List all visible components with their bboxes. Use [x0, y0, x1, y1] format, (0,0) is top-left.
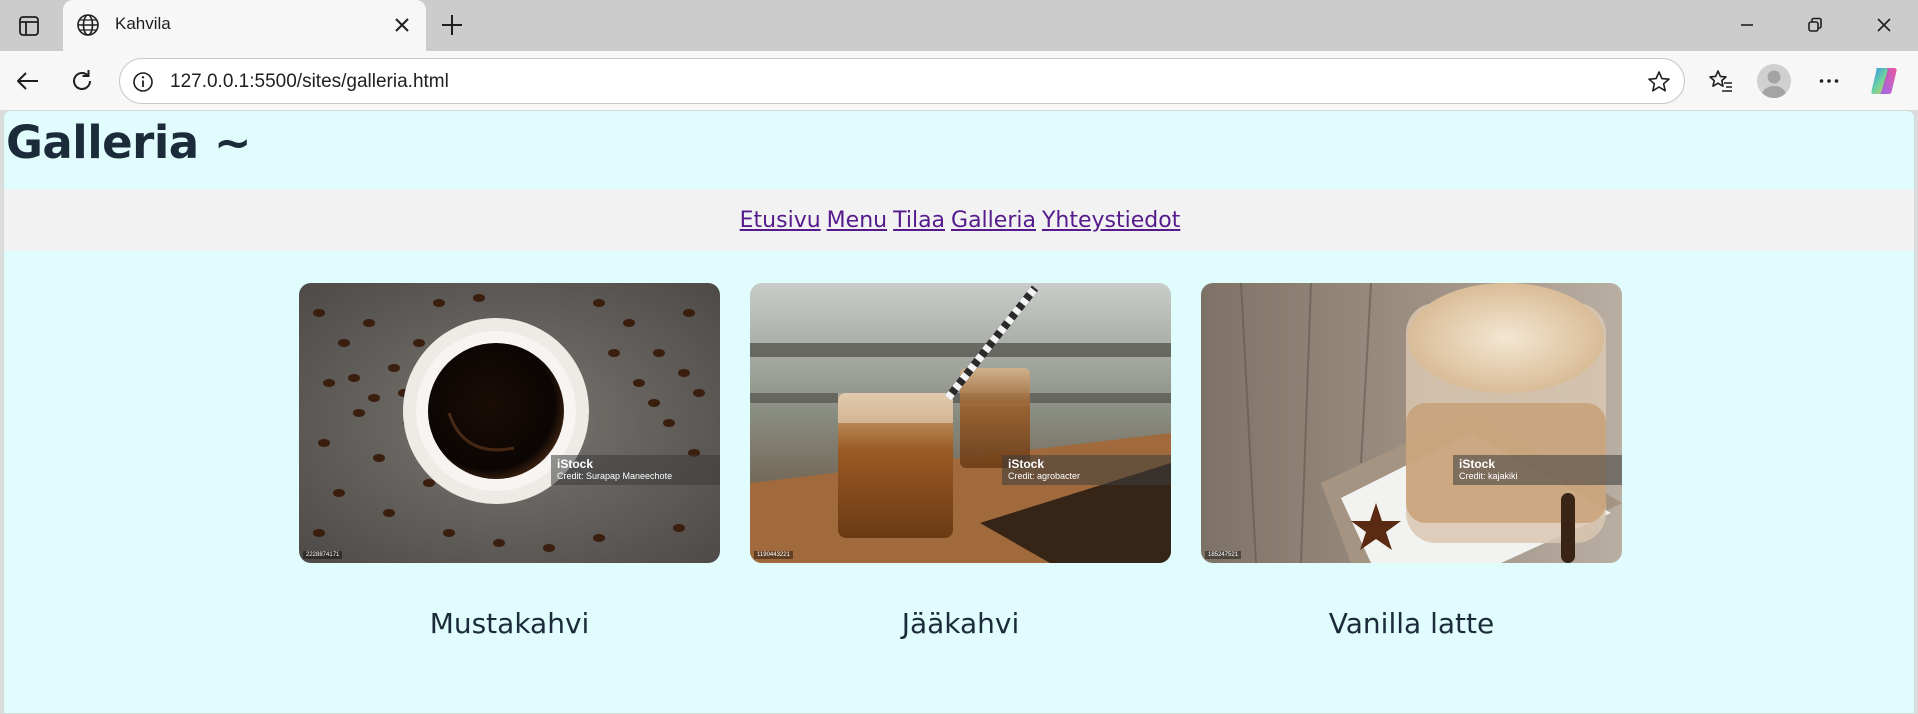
istock-watermark: iStock Credit: Surapap Maneechote — [551, 455, 720, 485]
favorites-button[interactable] — [1703, 63, 1739, 99]
page-title: Galleria ~ — [6, 116, 252, 169]
nav-link-menu[interactable]: Menu — [827, 208, 887, 233]
address-bar[interactable]: 127.0.0.1:5500/sites/galleria.html — [119, 58, 1685, 104]
minimize-icon — [1741, 24, 1753, 26]
close-icon — [1877, 18, 1891, 32]
page-viewport: Galleria ~ Etusivu Menu Tilaa Galleria Y… — [3, 110, 1915, 714]
gallery-card-vanilla-latte: iStock Credit: kajakiki 185247521 Vanill… — [1201, 283, 1622, 640]
watermark-credit: Credit: Surapap Maneechote — [557, 471, 673, 481]
browser-tab[interactable]: Kahvila — [63, 0, 426, 51]
copilot-icon[interactable] — [1868, 65, 1900, 97]
more-button[interactable] — [1811, 63, 1847, 99]
info-icon[interactable] — [131, 70, 155, 94]
vanilla-latte-photo: iStock Credit: kajakiki 185247521 — [1201, 283, 1622, 563]
nav-link-galleria[interactable]: Galleria — [951, 208, 1036, 233]
stock-id: 1190443221 — [754, 551, 793, 559]
watermark-brand: iStock — [557, 457, 594, 471]
back-button[interactable] — [10, 63, 46, 99]
istock-watermark: iStock Credit: kajakiki — [1453, 455, 1622, 485]
nav-link-tilaa[interactable]: Tilaa — [893, 208, 945, 233]
restore-button[interactable] — [1797, 10, 1833, 40]
gallery-card-jaakahvi: iStock Credit: agrobacter 1190443221 Jää… — [750, 283, 1171, 640]
nav-link-etusivu[interactable]: Etusivu — [740, 208, 821, 233]
tab-actions-button[interactable] — [12, 11, 46, 41]
watermark-brand: iStock — [1008, 457, 1045, 471]
url-text[interactable]: 127.0.0.1:5500/sites/galleria.html — [170, 71, 449, 93]
iced-coffee-photo: iStock Credit: agrobacter 1190443221 — [750, 283, 1171, 563]
tab-strip: Kahvila — [0, 0, 1918, 51]
globe-icon — [77, 14, 99, 36]
minimize-button[interactable] — [1729, 10, 1765, 40]
gallery-caption: Mustakahvi — [429, 607, 590, 640]
stock-id: 185247521 — [1205, 551, 1242, 559]
gallery-card-mustakahvi: iStock Credit: Surapap Maneechote 222887… — [299, 283, 720, 640]
window-close-button[interactable] — [1866, 10, 1902, 40]
watermark-credit: Credit: agrobacter — [1008, 471, 1081, 481]
site-nav: Etusivu Menu Tilaa Galleria Yhteystiedot — [4, 189, 1914, 251]
plus-icon[interactable] — [437, 10, 467, 40]
nav-link-yhteystiedot[interactable]: Yhteystiedot — [1042, 208, 1180, 233]
gallery: iStock Credit: Surapap Maneechote 222887… — [299, 283, 1624, 683]
reload-icon — [73, 70, 91, 90]
favorites-icon — [1709, 70, 1732, 92]
more-icon — [1819, 79, 1839, 83]
tab-actions-icon — [19, 16, 39, 36]
reload-button[interactable] — [64, 63, 100, 99]
gallery-caption: Vanilla latte — [1328, 607, 1495, 640]
tab-title: Kahvila — [115, 14, 171, 33]
watermark-brand: iStock — [1459, 457, 1496, 471]
browser-toolbar: 127.0.0.1:5500/sites/galleria.html — [0, 51, 1918, 110]
restore-icon — [1808, 17, 1822, 32]
avatar[interactable] — [1757, 64, 1791, 98]
istock-watermark: iStock Credit: agrobacter — [1002, 455, 1171, 485]
watermark-credit: Credit: kajakiki — [1459, 471, 1518, 481]
stock-id: 2228874171 — [303, 551, 343, 559]
gallery-caption: Jääkahvi — [901, 607, 1020, 640]
star-icon[interactable] — [1646, 69, 1672, 95]
black-coffee-photo: iStock Credit: Surapap Maneechote 222887… — [299, 283, 720, 563]
back-arrow-icon — [17, 72, 38, 90]
profile-icon — [1762, 70, 1786, 98]
close-icon[interactable] — [390, 13, 414, 37]
